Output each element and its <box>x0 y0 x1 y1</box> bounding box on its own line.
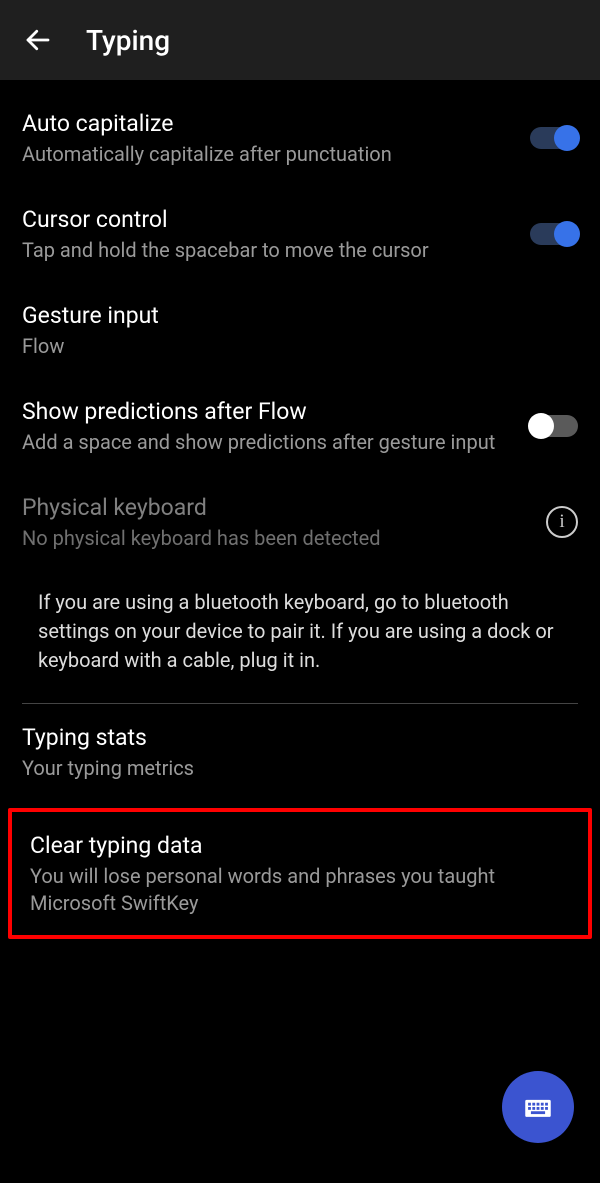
setting-title: Show predictions after Flow <box>22 396 510 427</box>
highlight-box: Clear typing data You will lose personal… <box>8 808 592 939</box>
toggle-auto-capitalize[interactable] <box>530 127 578 149</box>
keyboard-icon <box>521 1090 555 1124</box>
setting-subtitle: No physical keyboard has been detected <box>22 525 526 552</box>
setting-cursor-control[interactable]: Cursor control Tap and hold the spacebar… <box>0 186 600 282</box>
setting-auto-capitalize[interactable]: Auto capitalize Automatically capitalize… <box>0 90 600 186</box>
setting-subtitle: Flow <box>22 333 558 360</box>
setting-subtitle: Your typing metrics <box>22 755 558 782</box>
physical-keyboard-note: If you are using a bluetooth keyboard, g… <box>0 570 600 703</box>
setting-title: Gesture input <box>22 300 558 331</box>
keyboard-fab[interactable] <box>502 1071 574 1143</box>
app-header: Typing <box>0 0 600 80</box>
setting-title: Auto capitalize <box>22 108 510 139</box>
back-button[interactable] <box>20 22 56 58</box>
setting-title: Clear typing data <box>30 830 550 861</box>
setting-subtitle: Add a space and show predictions after g… <box>22 429 510 456</box>
page-title: Typing <box>86 24 170 57</box>
setting-title: Physical keyboard <box>22 492 526 523</box>
setting-title: Typing stats <box>22 722 558 753</box>
setting-subtitle: Automatically capitalize after punctuati… <box>22 141 510 168</box>
toggle-show-predictions[interactable] <box>530 415 578 437</box>
toggle-cursor-control[interactable] <box>530 223 578 245</box>
setting-gesture-input[interactable]: Gesture input Flow <box>0 282 600 378</box>
setting-show-predictions[interactable]: Show predictions after Flow Add a space … <box>0 378 600 474</box>
setting-subtitle: Tap and hold the spacebar to move the cu… <box>22 237 510 264</box>
setting-typing-stats[interactable]: Typing stats Your typing metrics <box>0 704 600 800</box>
setting-title: Cursor control <box>22 204 510 235</box>
setting-clear-typing-data[interactable]: Clear typing data You will lose personal… <box>12 812 588 935</box>
setting-subtitle: You will lose personal words and phrases… <box>30 863 550 917</box>
settings-list: Auto capitalize Automatically capitalize… <box>0 80 600 939</box>
setting-physical-keyboard: Physical keyboard No physical keyboard h… <box>0 474 600 570</box>
info-icon[interactable]: i <box>546 506 578 538</box>
